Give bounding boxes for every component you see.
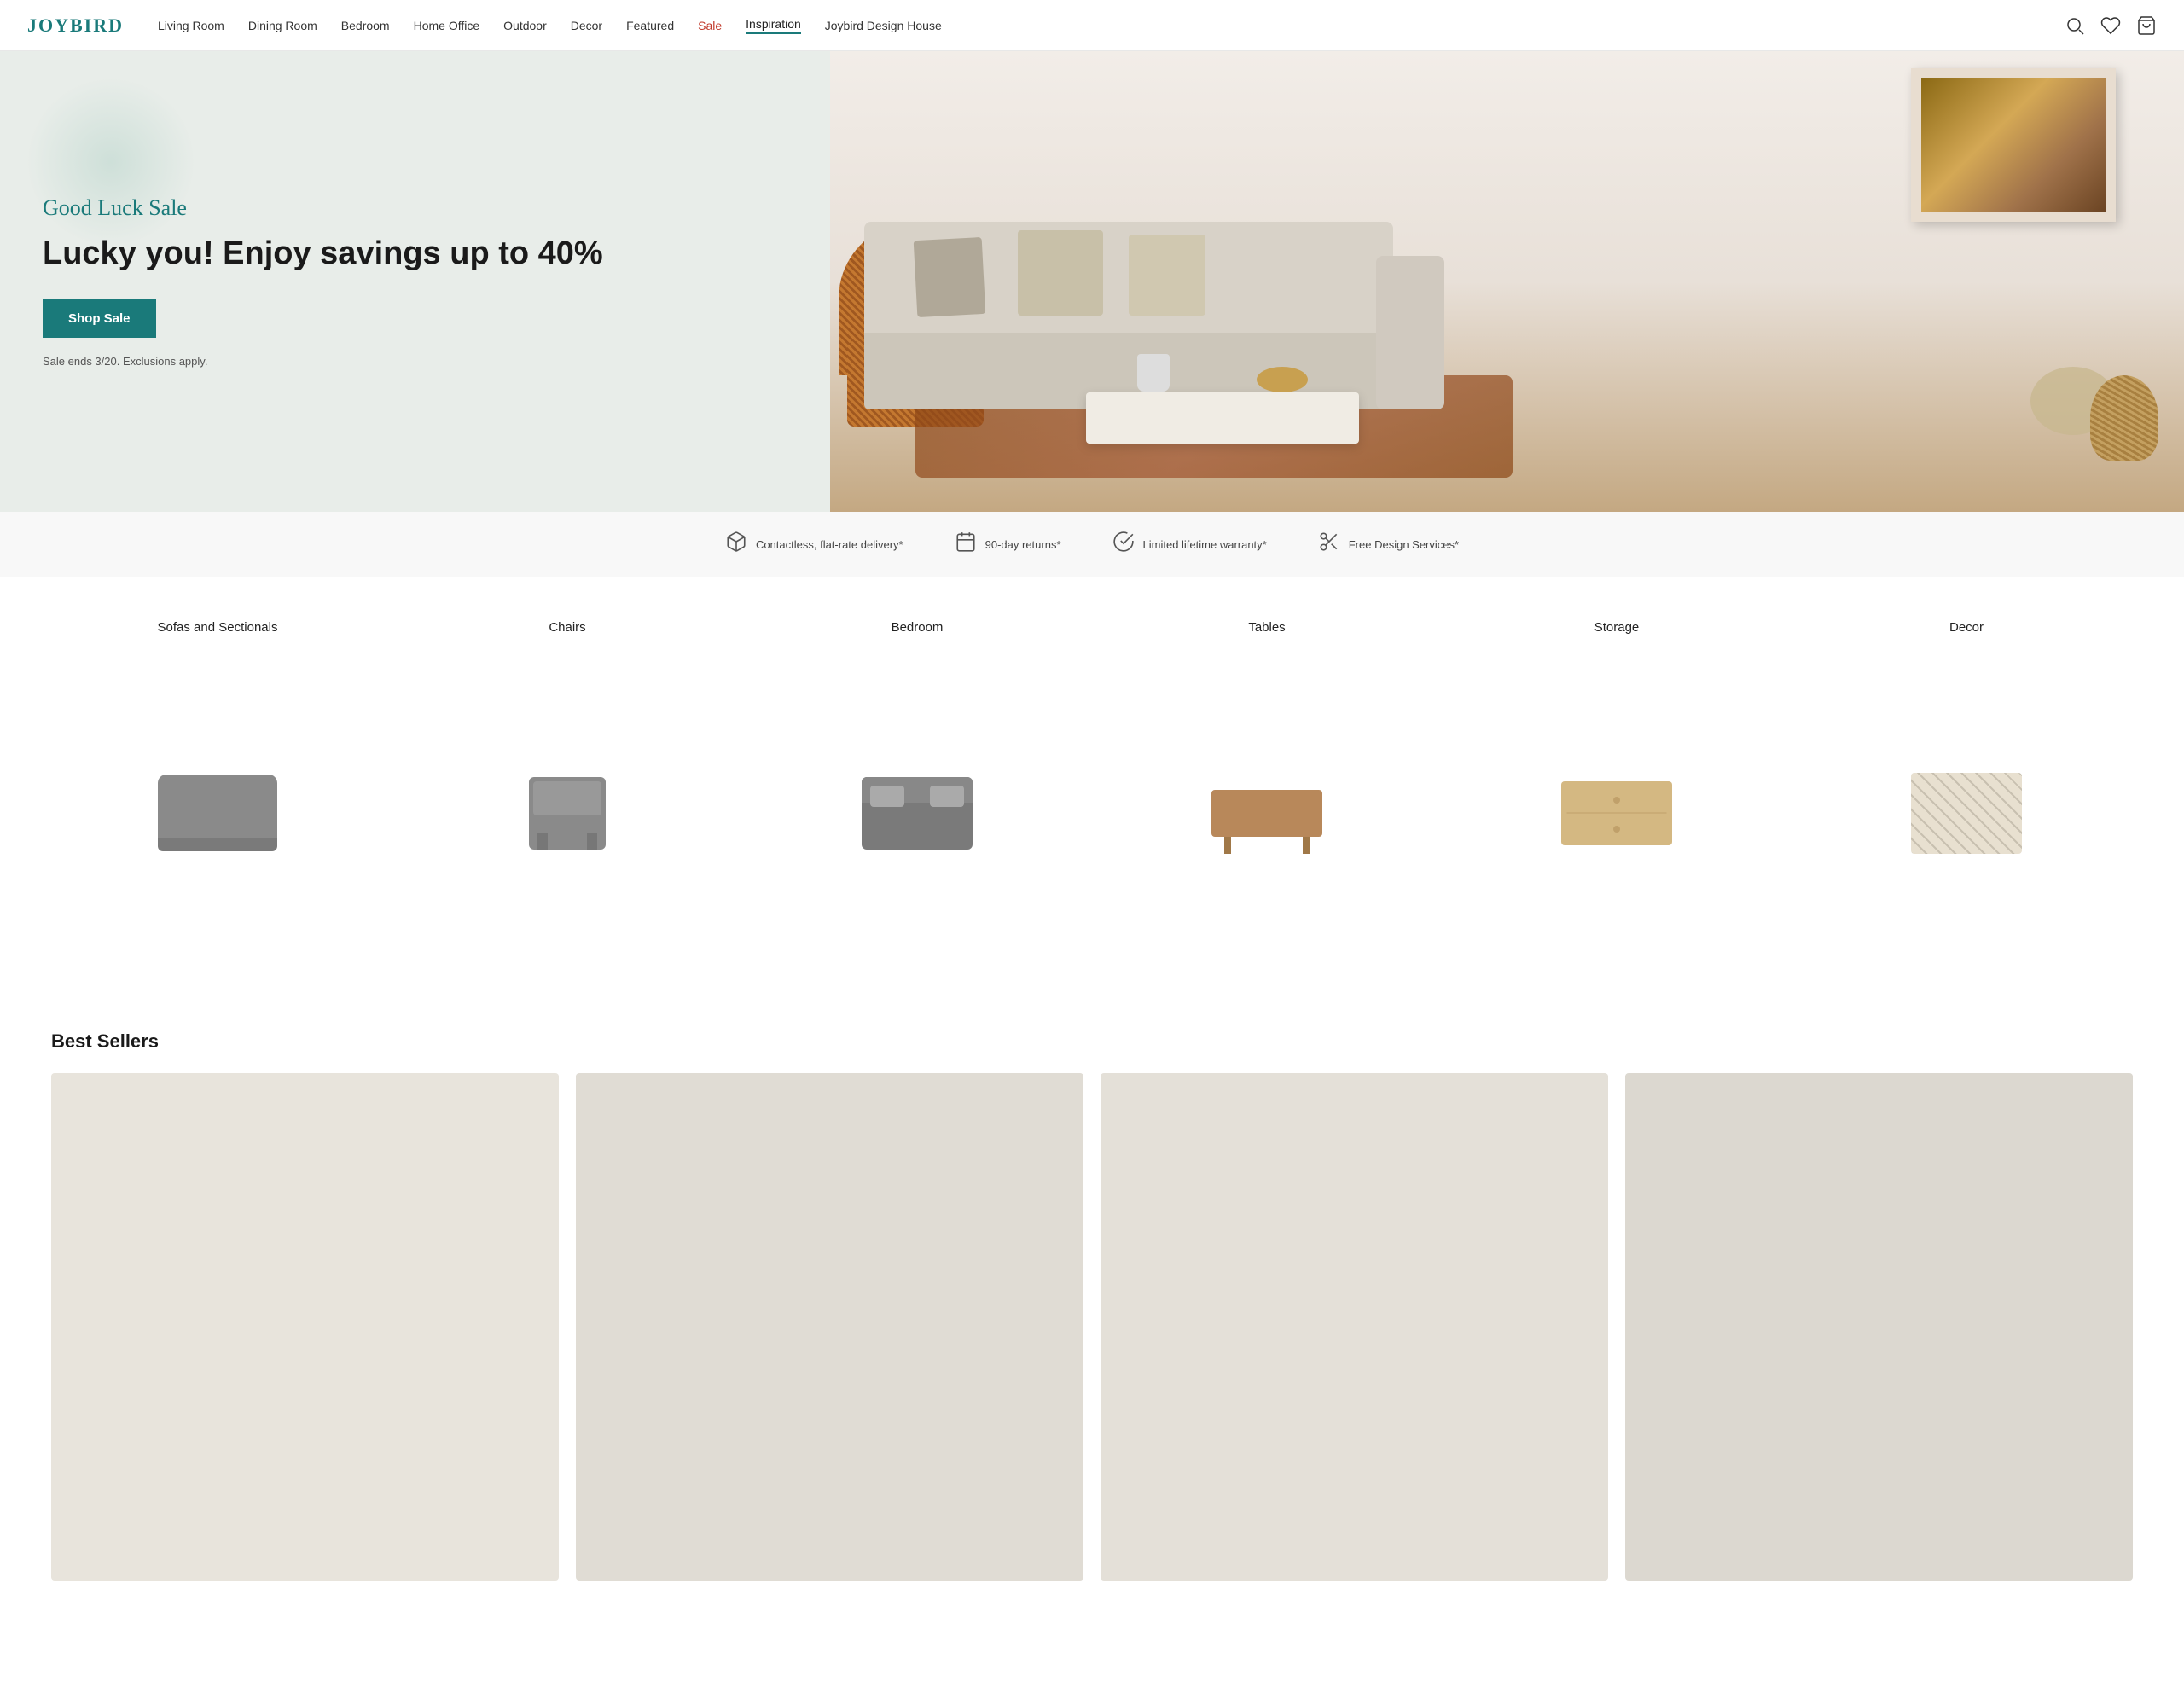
nav-item-sale[interactable]: Sale [698, 19, 722, 32]
hero-eyebrow: Good Luck Sale [43, 195, 787, 221]
categories-section: Sofas and Sectionals Chairs Bedroom Tabl… [0, 577, 2184, 1005]
wall-art-decoration [1911, 68, 2116, 222]
best-sellers-title: Best Sellers [51, 1030, 2133, 1053]
category-image-decor-cat [1800, 647, 2133, 979]
check-circle-icon [1112, 531, 1135, 558]
category-bedroom-cat[interactable]: Bedroom [751, 620, 1083, 979]
category-image-chairs [401, 647, 734, 979]
category-decor-cat[interactable]: Decor [1800, 620, 2133, 979]
feature-text: Free Design Services* [1349, 538, 1459, 551]
calendar-icon [955, 531, 977, 558]
feature-text: Limited lifetime warranty* [1143, 538, 1267, 551]
category-image-bedroom-cat [751, 647, 1083, 979]
search-icon[interactable] [2065, 15, 2085, 36]
hero-image [830, 51, 2184, 512]
nav-item-design-house[interactable]: Joybird Design House [825, 19, 942, 32]
site-header: JOYBIRD Living Room Dining Room Bedroom Hom… [0, 0, 2184, 51]
nav-item-dining-room[interactable]: Dining Room [248, 19, 317, 32]
hero-section: Good Luck Sale Lucky you! Enjoy savings … [0, 51, 2184, 512]
feature-scissors-icon: Free Design Services* [1318, 531, 1459, 558]
category-image-sofas [51, 647, 384, 979]
category-label-tables: Tables [1248, 620, 1285, 635]
product-card[interactable] [1101, 1073, 1608, 1591]
nav-item-bedroom[interactable]: Bedroom [341, 19, 390, 32]
product-grid [51, 1073, 2133, 1591]
header-icons [2065, 15, 2157, 36]
wishlist-icon[interactable] [2100, 15, 2121, 36]
hero-headline: Lucky you! Enjoy savings up to 40% [43, 235, 787, 274]
category-chairs[interactable]: Chairs [401, 620, 734, 979]
feature-text: Contactless, flat-rate delivery* [756, 538, 903, 551]
category-image-tables [1101, 647, 1433, 979]
category-sofas[interactable]: Sofas and Sectionals [51, 620, 384, 979]
category-storage[interactable]: Storage [1450, 620, 1783, 979]
product-card[interactable] [51, 1073, 559, 1591]
category-label-sofas: Sofas and Sectionals [158, 620, 278, 635]
category-label-bedroom-cat: Bedroom [892, 620, 944, 635]
category-label-decor-cat: Decor [1949, 620, 1984, 635]
feature-calendar-icon: 90-day returns* [955, 531, 1061, 558]
coffee-table-decoration [1086, 392, 1359, 444]
category-tables[interactable]: Tables [1101, 620, 1433, 979]
feature-box-icon: Contactless, flat-rate delivery* [725, 531, 903, 558]
hero-content: Good Luck Sale Lucky you! Enjoy savings … [0, 51, 830, 512]
product-card[interactable] [1625, 1073, 2133, 1591]
nav-item-featured[interactable]: Featured [626, 19, 674, 32]
nav-item-outdoor[interactable]: Outdoor [503, 19, 547, 32]
category-label-storage: Storage [1594, 620, 1640, 635]
main-nav: Living Room Dining Room Bedroom Home Office… [158, 17, 2065, 34]
category-label-chairs: Chairs [549, 620, 585, 635]
nav-item-living-room[interactable]: Living Room [158, 19, 224, 32]
best-sellers-section: Best Sellers [0, 1005, 2184, 1608]
nav-item-home-office[interactable]: Home Office [414, 19, 480, 32]
categories-grid: Sofas and Sectionals Chairs Bedroom Tabl… [51, 620, 2133, 979]
site-logo[interactable]: JOYBIRD [27, 15, 124, 37]
product-card[interactable] [576, 1073, 1083, 1591]
features-bar: Contactless, flat-rate delivery* 90-day … [0, 512, 2184, 577]
hero-disclaimer: Sale ends 3/20. Exclusions apply. [43, 355, 787, 368]
cart-icon[interactable] [2136, 15, 2157, 36]
category-image-storage [1450, 647, 1783, 979]
nav-item-inspiration[interactable]: Inspiration [746, 17, 801, 34]
nav-item-decor[interactable]: Decor [571, 19, 602, 32]
feature-text: 90-day returns* [985, 538, 1061, 551]
box-icon [725, 531, 747, 558]
shop-sale-button[interactable]: Shop Sale [43, 299, 156, 338]
scissors-icon [1318, 531, 1340, 558]
feature-check-circle-icon: Limited lifetime warranty* [1112, 531, 1267, 558]
basket-decoration [2090, 375, 2158, 461]
